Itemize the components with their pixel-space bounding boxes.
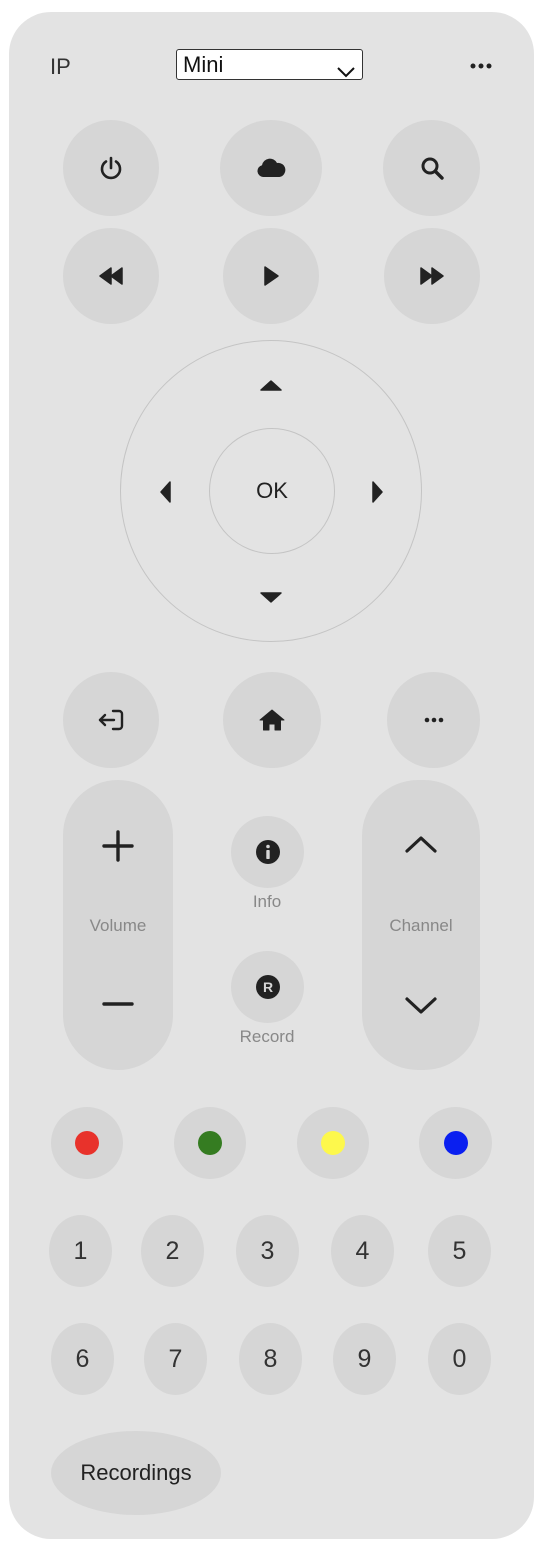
record-icon: R xyxy=(255,975,280,999)
chevron-up-icon xyxy=(405,836,437,853)
info-label: Info xyxy=(252,892,282,911)
number-button-8[interactable]: 8 xyxy=(239,1323,302,1395)
recordings-button[interactable]: Recordings xyxy=(51,1431,221,1515)
up-button[interactable] xyxy=(256,370,286,400)
search-icon xyxy=(421,157,444,180)
ok-label: OK xyxy=(256,478,288,503)
number-button-5[interactable]: 5 xyxy=(428,1215,491,1287)
home-icon xyxy=(259,709,285,731)
left-button[interactable] xyxy=(150,477,180,507)
back-button[interactable] xyxy=(63,672,159,768)
cloud-icon xyxy=(257,158,286,177)
record-icon-letter: R xyxy=(262,979,272,995)
channel-rocker: Channel xyxy=(362,780,480,1070)
caret-down-icon xyxy=(260,592,282,603)
power-button[interactable] xyxy=(63,120,159,216)
number-button-0[interactable]: 0 xyxy=(428,1323,491,1395)
number-button-9[interactable]: 9 xyxy=(333,1323,396,1395)
device-select-value: Mini xyxy=(183,52,224,77)
channel-label: Channel xyxy=(389,916,453,935)
volume-rocker: Volume xyxy=(63,780,173,1070)
volume-up-button[interactable] xyxy=(63,816,173,876)
right-button[interactable] xyxy=(363,477,393,507)
red-button[interactable] xyxy=(51,1107,123,1179)
volume-label: Volume xyxy=(89,916,147,935)
number-button-7[interactable]: 7 xyxy=(144,1323,207,1395)
plus-icon xyxy=(102,830,134,862)
play-button[interactable] xyxy=(223,228,319,324)
green-button[interactable] xyxy=(174,1107,246,1179)
down-button[interactable] xyxy=(256,583,286,613)
recordings-label: Recordings xyxy=(80,1460,192,1485)
caret-left-icon xyxy=(160,481,171,503)
home-button[interactable] xyxy=(223,672,321,768)
info-button[interactable] xyxy=(231,816,304,888)
blue-dot xyxy=(443,1131,468,1155)
navigation-pad: OK xyxy=(120,340,422,642)
device-select[interactable]: Mini xyxy=(176,49,363,80)
number-button-4[interactable]: 4 xyxy=(331,1215,394,1287)
search-button[interactable] xyxy=(383,120,480,216)
more-horizontal-icon xyxy=(470,63,492,69)
record-label: Record xyxy=(239,1027,295,1046)
volume-down-button[interactable] xyxy=(63,974,173,1034)
play-icon xyxy=(264,266,279,286)
channel-up-button[interactable] xyxy=(362,814,480,874)
info-icon xyxy=(255,840,280,864)
settings-menu-button[interactable] xyxy=(461,56,501,76)
record-button[interactable]: R xyxy=(231,951,304,1023)
number-button-2[interactable]: 2 xyxy=(141,1215,204,1287)
power-icon xyxy=(100,156,122,180)
ok-button[interactable]: OK xyxy=(209,428,335,554)
more-button[interactable] xyxy=(387,672,480,768)
rewind-icon xyxy=(99,267,123,285)
number-button-6[interactable]: 6 xyxy=(51,1323,114,1395)
number-button-1[interactable]: 1 xyxy=(49,1215,112,1287)
yellow-button[interactable] xyxy=(297,1107,369,1179)
caret-right-icon xyxy=(372,481,383,503)
caret-up-icon xyxy=(260,380,282,391)
back-icon xyxy=(98,709,124,731)
minus-icon xyxy=(102,1002,134,1006)
yellow-dot xyxy=(321,1131,345,1155)
rewind-button[interactable] xyxy=(63,228,159,324)
number-button-3[interactable]: 3 xyxy=(236,1215,299,1287)
remote-panel: IP Mini OK Volume Info R Record Channel … xyxy=(9,12,534,1539)
more-horizontal-icon xyxy=(424,717,443,723)
ip-label: IP xyxy=(50,54,71,79)
chevron-down-icon xyxy=(336,57,356,86)
fast-forward-button[interactable] xyxy=(384,228,480,324)
fast-forward-icon xyxy=(420,267,444,285)
red-dot xyxy=(75,1131,99,1155)
blue-button[interactable] xyxy=(419,1107,492,1179)
cloud-button[interactable] xyxy=(220,120,322,216)
chevron-down-icon xyxy=(405,997,437,1014)
green-dot xyxy=(198,1131,222,1155)
channel-down-button[interactable] xyxy=(362,976,480,1036)
